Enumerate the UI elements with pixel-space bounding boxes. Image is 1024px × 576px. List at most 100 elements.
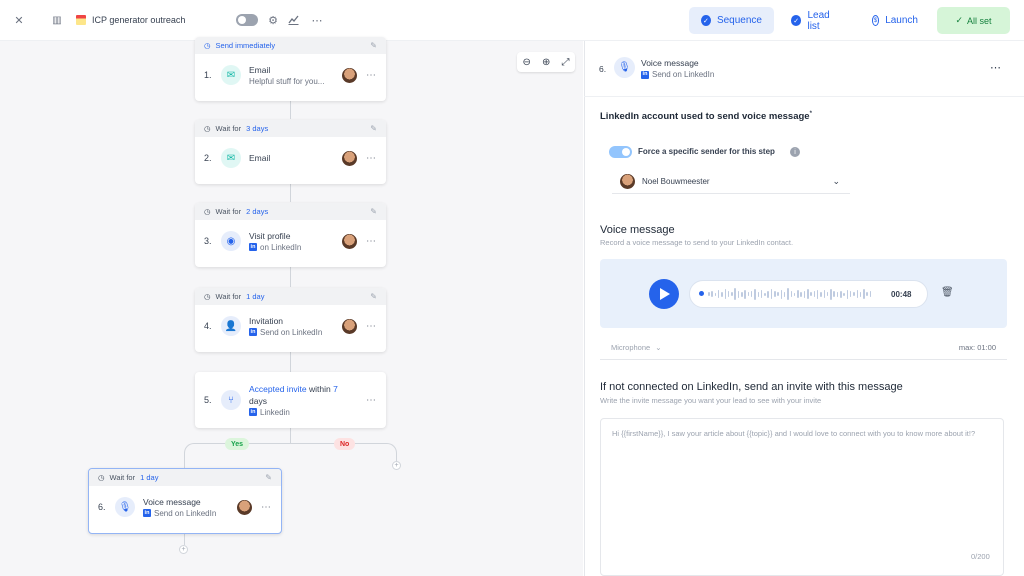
edit-pencil-icon[interactable]: ✎: [370, 41, 377, 50]
chevron-down-icon: ⌄: [832, 176, 840, 186]
microphone-row: Microphone ⌄ max: 01:00: [600, 335, 1007, 360]
add-step-no-button[interactable]: +: [392, 461, 401, 470]
waveform-bar: [787, 288, 789, 300]
sidebar-toggle-icon[interactable]: ▥: [51, 13, 63, 27]
linkedin-icon: in: [641, 70, 649, 79]
microphone-select[interactable]: Microphone: [611, 343, 650, 352]
close-icon[interactable]: ✕: [12, 13, 26, 27]
status-all-set-badge[interactable]: ✓ All set: [937, 7, 1010, 34]
sender-select[interactable]: Noel Bouwmeester ⌄: [612, 170, 850, 194]
edit-pencil-icon[interactable]: ✎: [265, 473, 272, 482]
step-card-3[interactable]: ◷ Wait for 2 days ✎ 3. ◉ Visit profile i…: [195, 203, 386, 267]
waveform-bar: [859, 291, 862, 297]
connector-line: [290, 101, 291, 119]
waveform-bar: [793, 292, 796, 296]
top-bar: ✕ ▥ ICP generator outreach ⚙ ⋯ ✓ Sequenc…: [0, 0, 1024, 41]
step-title: Invitation: [249, 315, 284, 326]
panel-step-subtitle: Send on LinkedIn: [652, 70, 715, 79]
waveform-bar: [754, 288, 756, 300]
timing-prefix: Wait for: [109, 473, 136, 482]
linkedin-icon: in: [249, 328, 257, 336]
step-card-1[interactable]: ◷ Send immediately ✎ 1. ✉ Email Helpful …: [195, 37, 386, 101]
waveform-bar: [830, 288, 832, 300]
waveform-bar: [717, 290, 720, 298]
waveform-bar: [760, 290, 763, 298]
avatar: [237, 499, 252, 515]
sequence-toggle[interactable]: [236, 14, 258, 26]
panel-step-number: 6.: [599, 64, 607, 74]
document-title[interactable]: ICP generator outreach: [76, 10, 226, 30]
more-options-icon[interactable]: ⋯: [365, 153, 377, 164]
timing-prefix: Wait for: [215, 207, 242, 216]
step-card-2[interactable]: ◷ Wait for 3 days ✎ 2. ✉ Email ⋯: [195, 120, 386, 184]
dollar-circle-icon: $: [872, 15, 880, 26]
waveform-bar: [764, 292, 766, 296]
mic-icon: 🎙: [614, 57, 635, 78]
play-button[interactable]: [649, 279, 679, 309]
step-number: 1.: [204, 70, 212, 80]
condition-link[interactable]: Accepted invite: [249, 384, 307, 394]
force-sender-label: Force a specific sender for this step: [638, 147, 775, 156]
step-title: Email: [249, 153, 271, 163]
step-number: 4.: [204, 321, 212, 331]
account-label: LinkedIn account used to send voice mess…: [600, 111, 810, 123]
max-duration-label: max: 01:00: [958, 342, 996, 352]
more-options-icon[interactable]: ⋯: [310, 13, 324, 27]
condition-card-5[interactable]: 5. ⑂ Accepted invite within 7 days in Lin…: [195, 372, 386, 428]
step-card-4[interactable]: ◷ Wait for 1 day ✎ 4. 👤 Invitation in Sen…: [195, 288, 386, 352]
waveform-bar: [823, 290, 825, 298]
more-options-icon[interactable]: ⋯: [365, 70, 377, 81]
invite-message-textarea[interactable]: Hi {{firstName}}, I saw your article abo…: [600, 418, 1004, 576]
calendar-emoji-icon: [76, 15, 86, 25]
fit-screen-icon[interactable]: ⤢: [561, 57, 569, 68]
waveform-bar: [777, 292, 779, 296]
analytics-chart-icon[interactable]: [286, 13, 300, 27]
avatar: [342, 233, 357, 249]
playhead-dot[interactable]: [699, 291, 704, 296]
settings-gear-icon[interactable]: ⚙: [266, 13, 280, 27]
step-timing-header: ◷ Wait for 1 day ✎: [89, 469, 281, 486]
more-options-icon[interactable]: ⋯: [260, 502, 272, 513]
zoom-out-icon[interactable]: ⊖: [523, 57, 531, 68]
edit-pencil-icon[interactable]: ✎: [370, 124, 377, 133]
waveform-bar: [843, 292, 845, 296]
waveform-bar: [731, 292, 733, 296]
tab-sequence[interactable]: ✓ Sequence: [689, 7, 774, 34]
character-counter: 0/200: [971, 552, 990, 561]
edit-pencil-icon[interactable]: ✎: [370, 207, 377, 216]
more-options-icon[interactable]: ⋯: [365, 236, 377, 247]
waveform-bar: [836, 291, 839, 297]
clock-icon: ◷: [204, 292, 211, 301]
timing-prefix: Wait for: [215, 124, 242, 133]
force-sender-toggle[interactable]: [609, 146, 632, 158]
waveform-bar: [744, 289, 746, 299]
panel-more-options-icon[interactable]: ⋯: [990, 61, 1001, 74]
waveform-bar: [741, 291, 743, 297]
connector-line: [290, 184, 291, 202]
waveform-bar: [846, 289, 849, 299]
step-card-6[interactable]: ◷ Wait for 1 day ✎ 6. 🎙 Voice message in…: [88, 468, 282, 534]
edit-pencil-icon[interactable]: ✎: [370, 292, 377, 301]
email-icon: ✉: [221, 148, 241, 168]
timing-prefix: Wait for: [215, 292, 242, 301]
tab-launch[interactable]: $ Launch: [860, 7, 930, 34]
linkedin-icon: in: [249, 243, 257, 251]
connector-line: [184, 533, 185, 545]
waveform-bar: [714, 292, 717, 296]
tab-sequence-label: Sequence: [716, 15, 762, 26]
zoom-in-icon[interactable]: ⊕: [542, 57, 550, 68]
info-icon[interactable]: i: [790, 147, 800, 157]
condition-days-value[interactable]: 7: [333, 384, 338, 394]
more-options-icon[interactable]: ⋯: [365, 395, 377, 406]
check-circle-icon: ✓: [701, 15, 711, 26]
waveform-bar: [813, 291, 816, 297]
add-step-button[interactable]: +: [179, 545, 188, 554]
tab-lead-list[interactable]: ✓ Lead list: [779, 7, 855, 34]
mic-icon: 🎙: [115, 497, 135, 517]
step-title: Email: [249, 64, 271, 75]
more-options-icon[interactable]: ⋯: [365, 321, 377, 332]
play-icon: [659, 288, 670, 300]
trash-icon[interactable]: 🗑: [941, 287, 954, 298]
chevron-down-icon[interactable]: ⌄: [655, 343, 661, 352]
panel-step-header: Voice message in Send on LinkedIn: [641, 57, 714, 80]
